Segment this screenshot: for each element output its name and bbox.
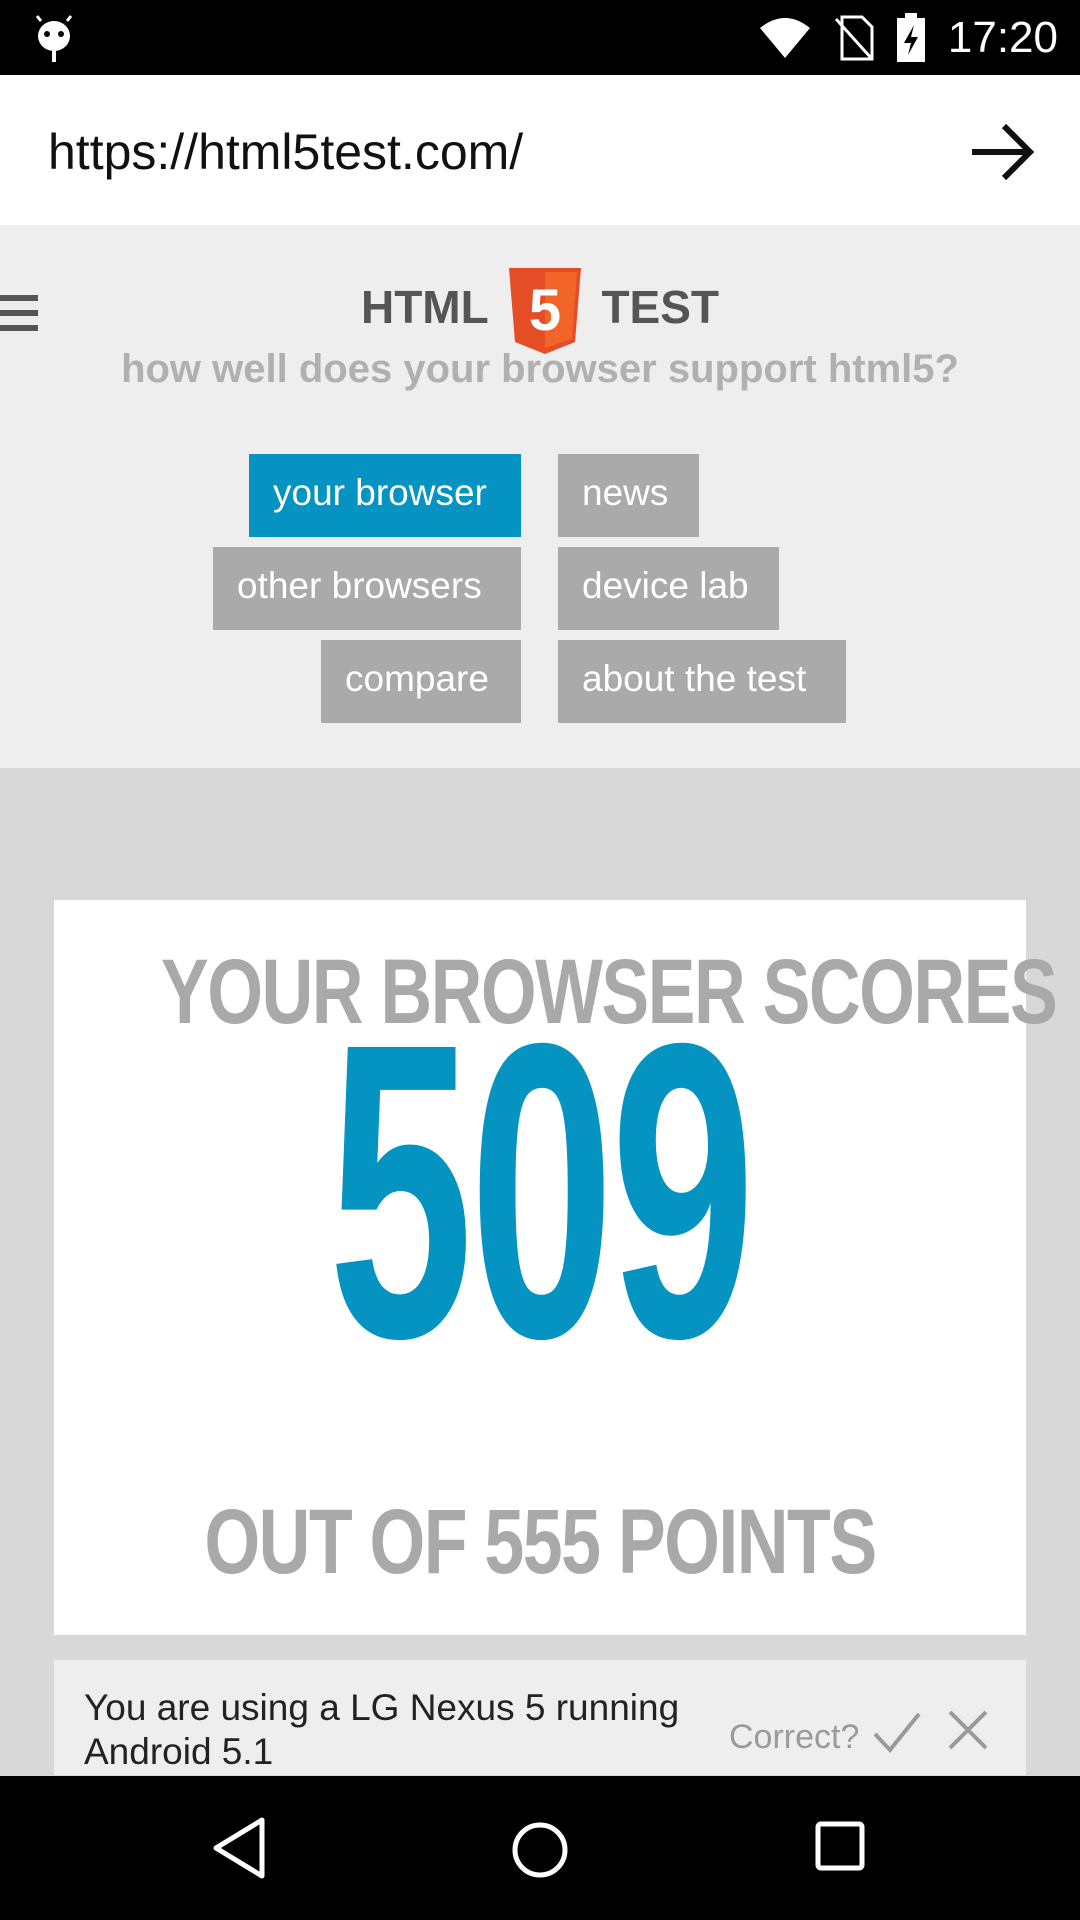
nav-news[interactable]: news (558, 454, 699, 537)
back-icon[interactable] (212, 1816, 268, 1880)
close-icon[interactable] (946, 1708, 990, 1752)
correct-question: Correct? (729, 1718, 860, 1756)
nav-other-browsers[interactable]: other browsers (213, 547, 521, 630)
logo-text-html: HTML (360, 281, 488, 334)
url-bar (0, 75, 1080, 225)
android-icon (35, 15, 73, 62)
site-header: HTML 5 TEST how well does your browser s… (0, 225, 1080, 768)
home-icon[interactable] (510, 1820, 570, 1880)
score-value: 509 (328, 957, 755, 1426)
html5-shield-icon: 5 (508, 268, 581, 354)
status-bar: 17:20 (0, 0, 1080, 75)
checkmark-icon[interactable] (872, 1710, 922, 1754)
navigation-bar (0, 1776, 1080, 1920)
site-logo[interactable]: HTML 5 TEST (0, 268, 1080, 354)
nav-your-browser[interactable]: your browser (249, 454, 521, 537)
nav-compare[interactable]: compare (321, 640, 521, 723)
no-sim-icon (834, 15, 874, 60)
score-footer: OUT OF 555 POINTS (204, 1491, 877, 1593)
nav-device-lab[interactable]: device lab (558, 547, 779, 630)
logo-badge-text: 5 (529, 278, 561, 343)
logo-text-test: TEST (601, 281, 720, 334)
status-clock: 17:20 (947, 12, 1058, 62)
arrow-right-icon[interactable] (962, 112, 1042, 192)
nav-about-the-test[interactable]: about the test (558, 640, 846, 723)
device-text: You are using a LG Nexus 5 running Andro… (84, 1687, 680, 1772)
battery-charging-icon (896, 12, 925, 62)
wifi-icon (759, 17, 810, 58)
tagline: how well does your browser support html5… (121, 347, 959, 391)
score-card: YOUR BROWSER SCORES 509 OUT OF 555 POINT… (54, 900, 1058, 1635)
recent-apps-icon[interactable] (815, 1821, 865, 1871)
device-banner: You are using a LG Nexus 5 running Andro… (54, 1660, 1026, 1775)
url-input[interactable] (48, 117, 908, 187)
